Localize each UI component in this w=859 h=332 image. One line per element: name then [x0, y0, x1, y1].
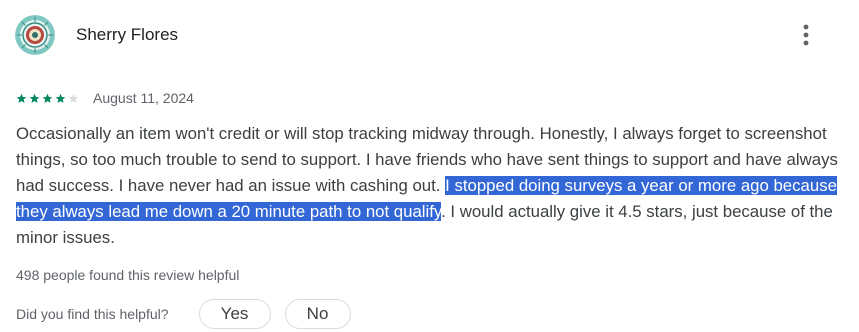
reviewer-avatar — [15, 15, 55, 55]
star-filled-icon — [16, 93, 27, 103]
star-filled-icon — [55, 93, 66, 103]
more-options-button[interactable] — [790, 19, 822, 51]
review-text: Occasionally an item won't credit or wil… — [16, 121, 851, 251]
helpful-feedback: Did you find this helpful? Yes No — [16, 299, 351, 329]
star-filled-icon — [29, 93, 40, 103]
star-filled-icon — [42, 93, 53, 103]
star-empty-icon — [68, 93, 79, 103]
more-vert-icon — [803, 24, 809, 46]
helpful-yes-button[interactable]: Yes — [198, 299, 271, 329]
helpful-question: Did you find this helpful? — [16, 306, 169, 322]
star-rating — [16, 93, 79, 104]
helpful-no-button[interactable]: No — [284, 299, 351, 329]
circular-pattern-avatar-icon — [15, 15, 55, 55]
rating-row: August 11, 2024 — [16, 90, 194, 106]
review-card: Sherry Flores August 11, 2024 Occasional… — [0, 0, 859, 332]
reviewer-name: Sherry Flores — [76, 25, 179, 44]
helpful-count: 498 people found this review helpful — [16, 267, 240, 283]
review-date: August 11, 2024 — [93, 90, 194, 106]
